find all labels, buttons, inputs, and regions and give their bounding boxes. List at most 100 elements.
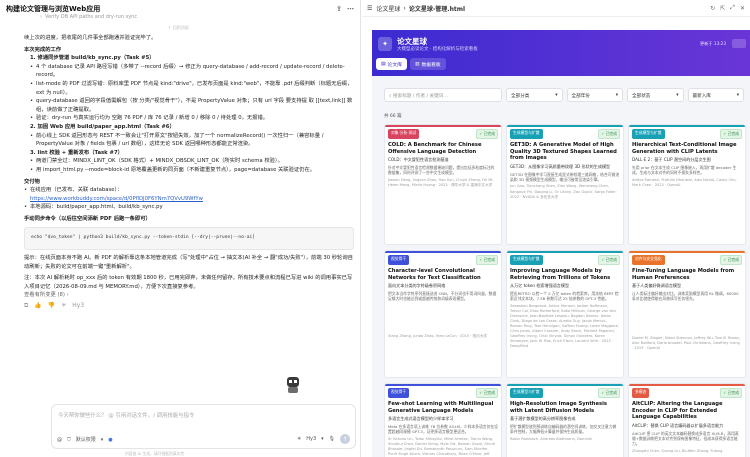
composer-right-tools: ✳ Hy3 ▾ 🎙 ↑ — [297, 434, 350, 444]
tool-call-text: Verify DB API paths and dry-run sync — [45, 14, 138, 20]
thumbs-up-icon[interactable]: 👍 — [34, 302, 41, 311]
category-select[interactable]: 全部分类 ▾ — [506, 88, 563, 102]
paper-card[interactable]: 多模态 ✓ 已完成 AltCLIP: Altering the Language … — [628, 383, 746, 457]
paper-title: COLD: A Benchmark for Chinese Offensive … — [388, 142, 482, 155]
paper-card[interactable]: 生成模型与扩散 ✓ 已完成 GET3D: A Generative Model o… — [506, 124, 624, 245]
changes-list: 1. 修通同步管道 build/kb_sync.py（Task #5） 4 个 … — [24, 54, 354, 174]
planet-icon: ✦ — [378, 37, 392, 51]
app-tabs: ▤ 论文库 ▥ 数据看板 — [376, 58, 446, 70]
refresh-icon[interactable]: ↻ — [710, 5, 715, 12]
paper-card[interactable]: 生成模型与扩散 ✓ 已完成 Improving Language Models b… — [506, 250, 624, 378]
paper-card[interactable]: 视觉骨干 ✓ 已完成 Few-shot Learning with Multili… — [384, 383, 502, 457]
paper-title-zh: 面向文本分类的字符级卷积网络 — [388, 283, 446, 289]
paper-title-zh: 从万亿 token 检索增强语言模型 — [510, 283, 570, 289]
model-select[interactable]: Hy3 — [306, 436, 316, 442]
card-accent — [629, 384, 745, 386]
filter-bar: ⌕ 搜索标题 / 作者 / 关键词… 全部分类 ▾ 全部年份 ▾ 全部状态 ▾ 最新入… — [384, 88, 744, 102]
category-tag: 生成模型与扩散 — [510, 129, 543, 139]
more-icon[interactable]: ⋯ — [347, 5, 354, 13]
card-accent — [507, 251, 623, 253]
status-badge: ✓ 已完成 — [476, 388, 498, 398]
list-item: 两道门禁全过：MINDX_LINT_OK（SDK 格式）+ MINDX_DBSD… — [24, 157, 354, 166]
code-block[interactable]: echo "$vo_token" | python3 build/kb_sync… — [24, 227, 354, 251]
sort-select[interactable]: 最新入库 ▾ — [687, 88, 744, 102]
paper-abstract: 提出RETRO 以检一个 2 万亿 token 的检索库，用冻结 BERT 检索… — [510, 290, 619, 302]
send-button[interactable]: ↑ — [340, 434, 350, 444]
thumbs-down-icon[interactable]: 👎 — [48, 302, 55, 311]
list-item: list-mode 的 PDF 过滤写错：原料库里 PDF 节点是 kind:"… — [24, 80, 354, 97]
paper-card[interactable]: 视觉骨干 ✓ 已完成 Character-level Convolutional … — [384, 250, 502, 378]
paper-card[interactable]: 生成模型与扩散 ✓ 已完成 High-Resolution Image Synth… — [506, 383, 624, 457]
tab-stats[interactable]: ▥ 数据看板 — [409, 58, 446, 70]
close-icon[interactable]: ✕ — [740, 5, 745, 12]
chevron-down-icon: ▾ — [321, 436, 324, 442]
menu-icon[interactable]: ☰ — [367, 5, 372, 12]
scroll-to-top[interactable]: ↑ 回到顶部 — [168, 25, 189, 31]
paper-title-zh: COLD：中文冒犯性语言检测基准 — [388, 157, 449, 163]
section-heading: 本次完成的工作 — [24, 46, 62, 53]
expand-icon[interactable]: ⤢ — [730, 4, 735, 12]
paper-abstract: 把文本当作字符序列直接送进 CNN，不分词也不用词向量，数据足够大时也能达到或超… — [388, 290, 497, 302]
note-text: 提示：在线页面本身不跑 AI。新 PDF 的解析靠这条本地管道完成（写"处理中"… — [24, 255, 353, 270]
status-select[interactable]: 全部状态 ▾ — [627, 88, 684, 102]
chart-icon: ▥ — [414, 61, 420, 67]
paper-title: Improving Language Models by Retrieving … — [510, 268, 611, 281]
copy-icon[interactable]: ⧉ — [24, 302, 28, 311]
paper-abstract: 针对中文冒犯性语言检测数据稀缺问题，提出包括多粒度标注的数据集，同时评测了一些中… — [388, 164, 495, 176]
view-changes-link[interactable]: 查看有所变更 (8) › — [24, 291, 354, 300]
tab-library[interactable]: ▤ 论文库 — [376, 58, 407, 70]
paper-authors: Sebastian Borgeaud, Arthur Mensch, Jorda… — [510, 303, 619, 349]
paper-authors: Jiawen Deng, Jingyan Zhou, Hao Sun, Chuj… — [388, 177, 494, 187]
card-accent — [507, 125, 623, 127]
search-placeholder: 搜索标题 / 作者 / 关键词… — [393, 94, 448, 99]
paper-title-zh: 多语言生成式语言模型的少样本学习 — [388, 416, 454, 422]
brand-icon: ● — [108, 436, 113, 443]
tab-library-label: 论文库 — [387, 62, 402, 68]
paper-abstract: AltCLIP 把 CLIP 的英文文本编码替换成多语言 XLM-R，再用蒸馏+… — [632, 430, 739, 447]
paper-card[interactable]: 生成模型与扩散 ✓ 已完成 Hierarchical Text-Condition… — [628, 124, 746, 245]
chevron-down-icon: ▾ — [676, 93, 679, 98]
permission-select[interactable]: 默认权限 — [76, 436, 96, 443]
refresh-button[interactable] — [732, 39, 746, 48]
paper-authors: Xi Victoria Lin, Todor Mihaylov, Mikel A… — [388, 436, 496, 456]
paper-card[interactable]: 对象·分析·测试 ✓ 已完成 COLD: A Benchmark for Chin… — [384, 124, 502, 245]
intro-text: 续上次的进度，把收尾的几件事全部跑通并验证完毕了。 — [24, 35, 157, 41]
category-tag: 视觉骨干 — [388, 255, 410, 265]
paper-title: AltCLIP: Altering the Language Encoder i… — [632, 401, 723, 421]
external-link-icon[interactable]: ⇱ — [720, 5, 725, 12]
section-heading: 交付物 — [24, 178, 40, 185]
note-text: 注：本次 AI 解析耗时 op_xxx 后的 token 有效期 1800 秒，… — [24, 275, 353, 290]
app-window: 构建论文管理与浏览Web应用 ⇪ ⋯ › Verify DB API paths … — [0, 0, 750, 457]
app-link[interactable]: https://www.workbuddy.com/space/d/0PflDJ… — [30, 196, 203, 202]
category-select-label: 全部分类 — [511, 94, 530, 99]
paper-authors: Xiang Zhang, Junbo Zhao, Yann LeCun · 20… — [388, 333, 488, 338]
chevron-down-icon: ▾ — [615, 93, 618, 98]
paper-abstract: 让人类标注偏好输出对比，训练奖励模型再用 RL 微调，60000 条对比就使得能… — [632, 290, 739, 302]
share-icon[interactable]: ⇪ — [336, 5, 342, 13]
breadcrumb-file[interactable]: 论文星球-管理.html — [409, 4, 465, 13]
year-select[interactable]: 全部年份 ▾ — [566, 88, 623, 102]
paper-abstract: 把扩散模型放到预训练自编码器的潜空间训练，加交叉注意力做条件控制，大幅降低计算量… — [510, 423, 617, 435]
status-badge: ✓ 已完成 — [598, 129, 620, 139]
mic-icon[interactable]: 🎙 — [329, 436, 335, 442]
at-icon[interactable]: @ — [57, 437, 62, 443]
composer-left-tools: @ ⛉ 默认权限 ▾ ● — [57, 436, 113, 444]
list-item: 1. 修通同步管道 build/kb_sync.py（Task #5） — [30, 55, 155, 62]
category-tag: 对齐与安全强化 — [632, 255, 665, 265]
breadcrumb-root: 论文星球 — [376, 5, 401, 13]
tool-call-line[interactable]: › Verify DB API paths and dry-run sync — [40, 14, 137, 20]
composer[interactable]: 今天帮你做些什么？ @ 引用对话文件，/ 调用技能与指令 @ ⛉ 默认权限 ▾ … — [51, 404, 356, 449]
card-accent — [385, 125, 501, 127]
paper-card[interactable]: 对齐与安全强化 ✓ 已完成 Fine-Tuning Language Models… — [628, 250, 746, 378]
paper-title: Fine-Tuning Language Models from Human P… — [632, 268, 735, 281]
message-actions: ⧉ 👍 👎 ✳ Hy3 — [24, 302, 354, 311]
paper-count: 共 66 篇 — [384, 114, 402, 119]
paper-title-zh: 基于人类偏好微调语言模型 — [632, 283, 682, 289]
search-input[interactable]: ⌕ 搜索标题 / 作者 / 关键词… — [384, 88, 502, 102]
status-select-label: 全部状态 — [632, 94, 651, 99]
paper-authors: Robin Rombach, Andreas Blattmann, Domini… — [510, 436, 592, 441]
card-accent — [629, 251, 745, 253]
composer-input[interactable]: 今天帮你做些什么？ @ 引用对话文件，/ 调用技能与指令 — [58, 411, 194, 419]
category-tag: 生成模型与扩散 — [632, 129, 665, 139]
updated-time: 更新于 13:23 — [700, 41, 726, 46]
